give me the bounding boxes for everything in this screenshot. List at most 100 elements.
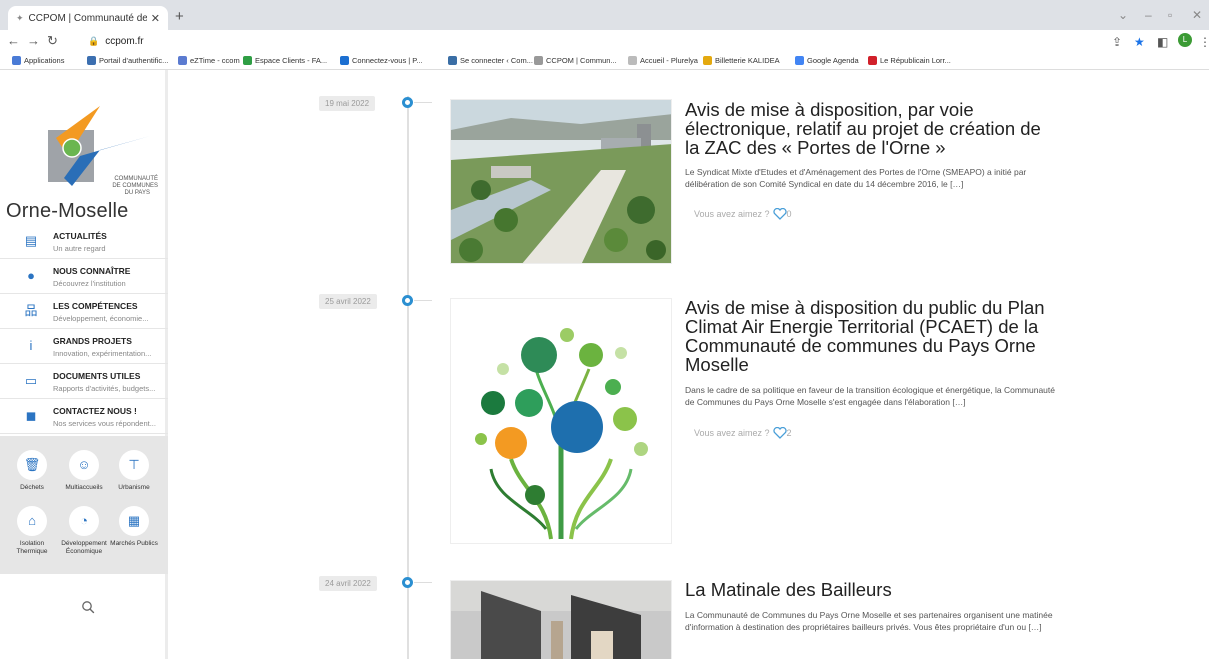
bookmark-item[interactable]: Applications [12,56,64,65]
bookmark-item[interactable]: Accueil - Plurelya [628,56,698,65]
like-widget[interactable]: Vous avez aimez ? 2 [694,427,792,439]
like-label: Vous avez aimez ? [694,209,770,219]
post-title-link[interactable]: Avis de mise à disposition du public du … [685,298,1055,374]
quick-link-label: Déchets [20,484,44,491]
bookmark-item[interactable]: Le Républicain Lorr... [868,56,951,65]
bookmark-favicon-icon [534,56,543,65]
heart-icon[interactable] [772,427,787,439]
bookmark-item[interactable]: Se connecter ‹ Com... [448,56,533,65]
sidebar-item[interactable]: 品 LES COMPÉTENCES Développement, économie.… [0,294,168,329]
bookmark-label: Billetterie KALIDEA [715,56,780,65]
baby-icon: ☺ [69,450,99,480]
bookmark-favicon-icon [87,56,96,65]
org-chart-icon: 品 [24,303,38,318]
tab-search-icon[interactable]: ⌄ [1118,8,1128,22]
quick-link[interactable]: ⌂ Isolation Thermique [4,506,60,556]
heart-icon[interactable] [772,208,787,220]
sidebar-item[interactable]: ● NOUS CONNAÎTRE Découvrez l'institution [0,259,168,294]
like-count: 0 [786,209,792,219]
sidebar-item-title: NOUS CONNAÎTRE [53,266,131,276]
quick-link-label: Urbanisme [118,484,150,491]
bookmark-item[interactable]: Portail d'authentific... [87,56,168,65]
sidebar-item[interactable]: ▤ ACTUALITÉS Un autre regard [0,224,168,259]
timeline-dot [402,97,413,108]
timeline-dot [402,577,413,588]
post-thumbnail[interactable] [450,580,672,659]
signpost-icon: ⊤ [119,450,149,480]
like-label: Vous avez aimez ? [694,428,770,438]
bookmarks-bar: Applications Portail d'authentific... eZTi… [0,52,1209,70]
post-date: 24 avril 2022 [319,576,377,591]
bookmark-item[interactable]: eZTime - ccom [178,56,240,65]
share-icon[interactable]: ⇪ [1112,35,1122,49]
sidebar-menu: ▤ ACTUALITÉS Un autre regard ● NOUS CONNAÎTR… [0,224,168,434]
sidebar-item[interactable]: ◼ CONTACTEZ NOUS ! Nos services vous répon… [0,399,168,434]
close-tab-icon[interactable]: ✕ [151,12,160,25]
reload-icon[interactable]: ↻ [47,33,58,49]
url-field[interactable]: 🔒 ccpom.fr [80,32,1095,50]
quick-link[interactable]: ◔ Développement Économique [56,506,112,556]
search-icon[interactable] [81,600,95,614]
sidebar: COMMUNAUTÉ DE COMMUNES DU PAYS Orne-Mose… [0,70,168,659]
post-title-link[interactable]: La Matinale des Bailleurs [685,580,1055,599]
quick-links-panel: 🗑 Déchets ☺ Multiaccueils ⊤ Urbanisme ⌂ Isolati… [0,436,168,574]
bookmark-favicon-icon [340,56,349,65]
post-title-link[interactable]: Avis de mise à disposition, par voie éle… [685,100,1055,157]
post-thumbnail[interactable] [450,298,672,544]
sidebar-item[interactable]: i GRANDS PROJETS Innovation, expérimentati… [0,329,168,364]
quick-link[interactable]: ▦ Marchés Publics [106,506,162,548]
like-widget[interactable]: Vous avez aimez ? 0 [694,208,792,220]
bookmark-label: Se connecter ‹ Com... [460,56,533,65]
side-panel-icon[interactable]: ◧ [1157,35,1168,49]
bookmark-label: Portail d'authentific... [99,56,169,65]
browser-tab[interactable]: ✦ CCPOM | Communauté de Com ✕ [8,6,168,30]
post-excerpt: Le Syndicat Mixte d'Etudes et d'Aménagem… [685,167,1027,189]
menu-dots-icon[interactable]: ⋮ [1199,35,1209,49]
post-thumbnail[interactable] [450,99,672,264]
minimize-icon[interactable]: – [1145,8,1152,22]
bookmark-label: CCPOM | Commun... [546,56,617,65]
sidebar-item-subtitle: Nos services vous répondent... [53,419,156,428]
forward-arrow-icon[interactable]: → [27,33,40,48]
quick-link-label: Développement Économique [61,540,107,555]
tab-title: CCPOM | Communauté de Com [28,12,147,24]
bookmark-label: Espace Clients - FA... [255,56,328,65]
bookmark-label: eZTime - ccom [190,56,240,65]
timeline-dot [402,295,413,306]
bookmark-favicon-icon [795,56,804,65]
sidebar-item-subtitle: Découvrez l'institution [53,279,126,288]
profile-avatar[interactable]: L [1178,33,1192,47]
lock-icon: 🔒 [88,35,100,46]
new-tab-icon[interactable]: + [175,8,184,25]
bookmark-label: Accueil - Plurelya [640,56,698,65]
sidebar-item-subtitle: Rapports d'activités, budgets... [53,384,156,393]
post-excerpt: Dans le cadre de sa politique en faveur … [685,385,1055,407]
back-arrow-icon[interactable]: ← [7,33,20,48]
calendar-icon: ▦ [119,506,149,536]
sidebar-item-title: LES COMPÉTENCES [53,301,138,311]
archive-icon: ▭ [24,373,38,388]
newspaper-icon: ▤ [24,233,38,248]
quick-link-label: Marchés Publics [110,540,158,547]
maximize-icon[interactable]: ▫ [1168,8,1172,22]
sidebar-item-subtitle: Innovation, expérimentation... [53,349,152,358]
post-date: 19 mai 2022 [319,96,376,111]
bookmark-item[interactable]: Connectez-vous | P... [340,56,423,65]
url-text: ccpom.fr [105,35,144,47]
quick-link[interactable]: ⊤ Urbanisme [106,450,162,492]
bookmark-item[interactable]: Billetterie KALIDEA [703,56,780,65]
bookmark-favicon-icon [628,56,637,65]
info-icon: i [29,338,33,353]
gauge-icon: ◔ [69,506,99,536]
bookmark-item[interactable]: CCPOM | Commun... [534,56,617,65]
quick-link[interactable]: 🗑 Déchets [4,450,60,492]
bookmark-star-icon[interactable]: ★ [1134,35,1145,49]
quick-link[interactable]: ☺ Multiaccueils [56,450,112,492]
sidebar-item[interactable]: ▭ DOCUMENTS UTILES Rapports d'activités, b… [0,364,168,399]
like-count: 2 [786,428,792,438]
browser-tab-bar: ✦ CCPOM | Communauté de Com ✕ + ⌄ – ▫ ✕ [0,0,1209,30]
close-window-icon[interactable]: ✕ [1192,8,1202,22]
bookmark-item[interactable]: Espace Clients - FA... [243,56,327,65]
quick-link-label: Isolation Thermique [16,540,48,555]
bookmark-item[interactable]: Google Agenda [795,56,859,65]
